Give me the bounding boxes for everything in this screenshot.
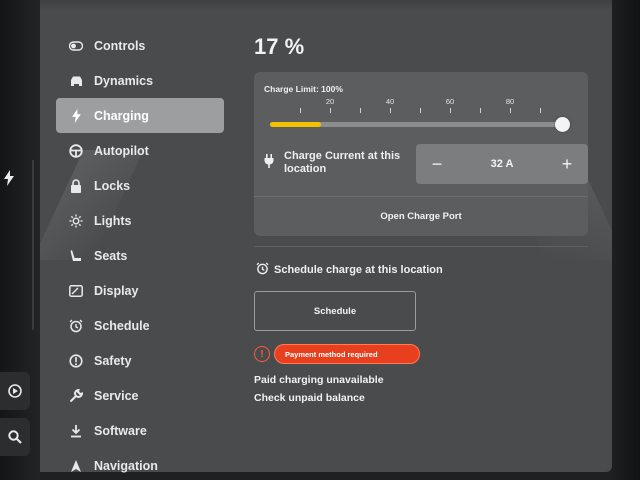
sun-icon: [68, 213, 84, 229]
sidebar-item-label: Display: [94, 283, 139, 298]
battery-percent: 17 %: [254, 34, 305, 59]
tick-mark: [540, 108, 541, 113]
tick-label-20: 20: [325, 97, 335, 106]
media-button[interactable]: [0, 372, 30, 410]
warning-icon: !: [254, 346, 270, 362]
alarm-clock-icon: [256, 262, 269, 278]
schedule-section-title: Schedule charge at this location: [256, 262, 443, 278]
charge-limit-slider[interactable]: [270, 117, 570, 132]
tick-label-40: 40: [385, 97, 395, 106]
tick-mark: [360, 108, 361, 113]
sidebar-item-navigation[interactable]: Navigation: [56, 448, 224, 480]
download-icon: [68, 423, 84, 439]
tick-label-60: 60: [445, 97, 455, 106]
lock-icon: [68, 178, 84, 194]
decrease-current-button[interactable]: −: [428, 154, 446, 175]
sidebar-item-label: Controls: [94, 38, 146, 53]
sidebar-item-label: Safety: [94, 353, 132, 368]
info-circle-icon: [68, 353, 84, 369]
sidebar-item-controls[interactable]: Controls: [56, 28, 224, 63]
right-bezel: [612, 0, 640, 480]
section-divider: [254, 246, 588, 247]
tick-mark: [450, 108, 451, 113]
charge-limit-label: Charge Limit: 100%: [264, 84, 343, 94]
sidebar-item-safety[interactable]: Safety: [56, 343, 224, 378]
tick-mark: [420, 108, 421, 113]
schedule-button[interactable]: Schedule: [254, 291, 416, 331]
sidebar-item-dynamics[interactable]: Dynamics: [56, 63, 224, 98]
sidebar-item-label: Service: [94, 388, 139, 403]
sidebar-item-label: Schedule: [94, 318, 150, 333]
tick-mark: [330, 108, 331, 113]
check-unpaid-balance-link[interactable]: Check unpaid balance: [254, 392, 365, 404]
payment-method-required-badge[interactable]: Payment method required: [274, 344, 420, 364]
steering-wheel-icon: [68, 143, 84, 159]
charge-current-value: 32 A: [490, 158, 514, 170]
sidebar-item-label: Locks: [94, 178, 131, 193]
search-button[interactable]: [0, 418, 30, 456]
current-charge-fill: [270, 122, 321, 127]
toggle-icon: [68, 38, 84, 54]
tick-mark: [510, 108, 511, 113]
paid-charging-status: Paid charging unavailable: [254, 374, 384, 386]
navigation-arrow-icon: [68, 458, 84, 474]
sidebar-item-service[interactable]: Service: [56, 378, 224, 413]
plug-icon: [264, 154, 274, 173]
sidebar-item-label: Seats: [94, 248, 128, 263]
tick-label-80: 80: [505, 97, 515, 106]
bolt-icon: [68, 108, 84, 124]
schedule-title-text: Schedule charge at this location: [274, 264, 443, 276]
sidebar-item-label: Dynamics: [94, 73, 154, 88]
increase-current-button[interactable]: +: [558, 154, 576, 175]
sidebar-item-lights[interactable]: Lights: [56, 203, 224, 238]
sidebar-item-label: Lights: [94, 213, 132, 228]
sidebar-item-software[interactable]: Software: [56, 413, 224, 448]
tick-mark: [390, 108, 391, 113]
charge-current-stepper: − 32 A +: [416, 144, 588, 184]
tick-mark: [300, 108, 301, 113]
seat-icon: [68, 248, 84, 264]
sidebar-item-label: Charging: [94, 108, 149, 123]
charge-current-label: Charge Current at this location: [284, 150, 401, 175]
media-icon: [8, 384, 22, 398]
sidebar-item-locks[interactable]: Locks: [56, 168, 224, 203]
payment-warning-row: ! Payment method required: [254, 344, 420, 364]
display-icon: [68, 283, 84, 299]
alarm-clock-icon: [68, 318, 84, 334]
charge-settings-card: Charge Limit: 100% 20 40 60 80 Charge Cu…: [254, 72, 588, 236]
charging-panel: 17 % Charge Limit: 100% 20 40 60 80 Char…: [254, 34, 590, 404]
sidebar-item-label: Autopilot: [94, 143, 149, 158]
search-icon: [8, 430, 22, 444]
wrench-icon: [68, 388, 84, 404]
charge-current-row: Charge Current at this location − 32 A +: [264, 144, 588, 188]
sidebar-item-display[interactable]: Display: [56, 273, 224, 308]
tick-mark: [480, 108, 481, 113]
sidebar-item-label: Navigation: [94, 458, 158, 473]
side-divider: [32, 160, 34, 330]
sidebar-item-label: Software: [94, 423, 147, 438]
sidebar-item-schedule[interactable]: Schedule: [56, 308, 224, 343]
car-icon: [68, 73, 84, 89]
bolt-icon: [0, 170, 18, 189]
sidebar-item-autopilot[interactable]: Autopilot: [56, 133, 224, 168]
settings-sidebar: Controls Dynamics Charging Autopilot Loc…: [56, 28, 224, 480]
sidebar-item-seats[interactable]: Seats: [56, 238, 224, 273]
charge-limit-slider-handle[interactable]: [555, 117, 570, 132]
sidebar-item-charging[interactable]: Charging: [56, 98, 224, 133]
open-charge-port-button[interactable]: Open Charge Port: [254, 196, 588, 236]
